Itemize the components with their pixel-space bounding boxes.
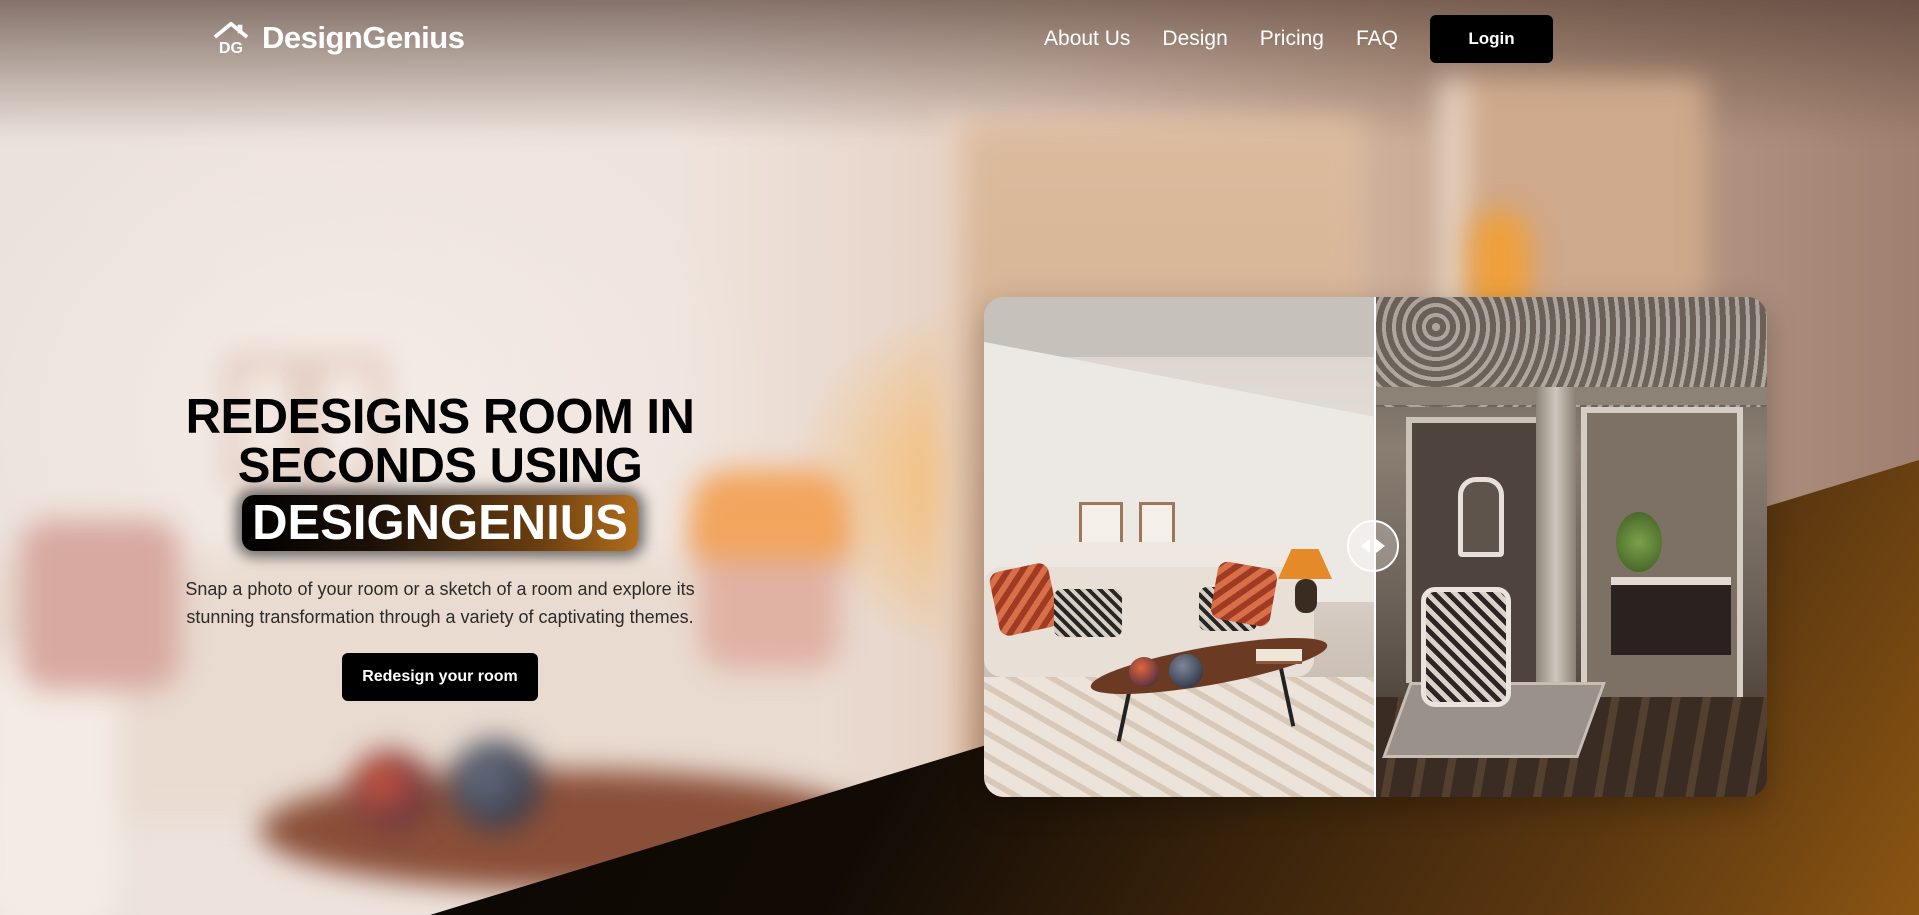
hero-title-line1: REDESIGNS ROOM IN	[185, 390, 695, 444]
brand[interactable]: DG DesignGenius	[212, 20, 465, 56]
nav-link-faq[interactable]: FAQ	[1356, 27, 1398, 51]
svg-text:DG: DG	[219, 39, 243, 56]
before-after-comparison[interactable]	[984, 297, 1767, 797]
nav-link-design[interactable]: Design	[1162, 27, 1227, 51]
before-image-modern-living-room	[984, 297, 1376, 797]
after-image-baroque-room	[1376, 297, 1767, 797]
hero-subtitle: Snap a photo of your room or a sketch of…	[150, 575, 730, 631]
left-arrow-icon	[1361, 539, 1370, 553]
right-arrow-icon	[1376, 539, 1385, 553]
login-button[interactable]: Login	[1430, 15, 1553, 63]
redesign-room-button[interactable]: Redesign your room	[342, 653, 538, 701]
hero-title-line2: SECONDS USING	[237, 439, 643, 493]
hero-section: REDESIGNS ROOM IN SECONDS USING DESIGNGE…	[150, 393, 730, 701]
navbar: DG DesignGenius About Us Design Pricing …	[0, 0, 1919, 80]
nav-link-pricing[interactable]: Pricing	[1260, 27, 1324, 51]
hero-title: REDESIGNS ROOM IN SECONDS USING	[150, 393, 730, 491]
comparison-slider-handle[interactable]	[1347, 520, 1399, 572]
nav-link-about-us[interactable]: About Us	[1044, 27, 1130, 51]
hero-highlight-brand: DESIGNGENIUS	[242, 495, 638, 551]
house-logo-icon: DG	[213, 21, 249, 56]
brand-name: DesignGenius	[262, 20, 465, 55]
nav-links: About Us Design Pricing FAQ Login	[1044, 15, 1553, 63]
hero-subtitle-line1: Snap a photo of your room or a sketch of…	[185, 579, 695, 599]
hero-subtitle-line2: stunning transformation through a variet…	[186, 607, 694, 627]
